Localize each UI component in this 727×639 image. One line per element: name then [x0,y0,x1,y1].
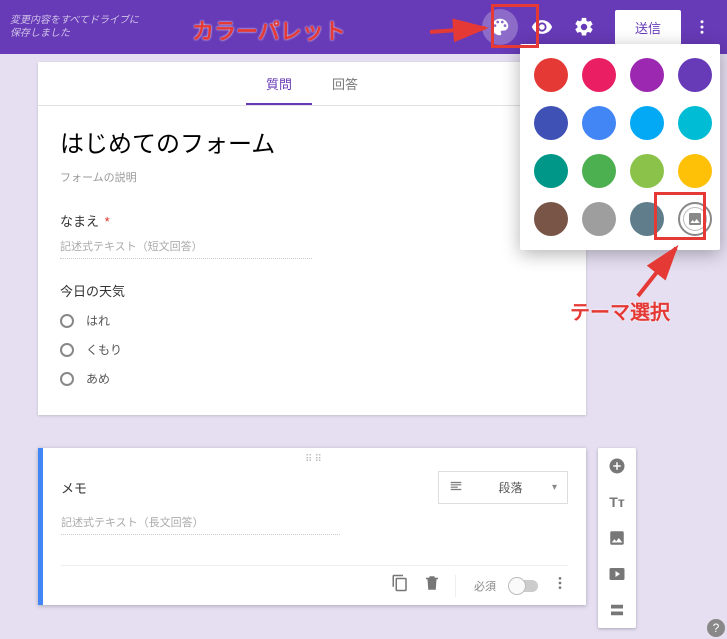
autosave-message: 変更内容をすべてドライブに保存しました [10,14,140,40]
color-palette-popover [520,44,720,250]
drag-handle-icon[interactable]: ⠿⠿ [61,454,568,465]
card-header-row: メモ 段落 ▾ [61,471,568,504]
color-swatch[interactable] [534,106,568,140]
color-swatch[interactable] [678,154,712,188]
question-1-text: なまえ [60,214,99,229]
question-toolbar: Tᴛ [598,448,636,628]
required-toggle[interactable] [510,580,538,592]
required-label: 必須 [474,578,496,594]
tab-responses[interactable]: 回答 [312,62,378,105]
active-question-card: ⠿⠿ メモ 段落 ▾ 記述式テキスト（長文回答） 必須 [38,448,586,605]
radio-icon [60,314,74,328]
color-swatch[interactable] [630,154,664,188]
form-card: 質問 回答 はじめてのフォーム フォームの説明 なまえ * 記述式テキスト（短文… [38,62,586,415]
radio-label: くもり [86,341,122,358]
type-label: 段落 [498,479,522,496]
form-description[interactable]: フォームの説明 [60,169,564,185]
color-swatch[interactable] [630,202,664,236]
color-swatch[interactable] [582,154,616,188]
color-swatch[interactable] [630,106,664,140]
form-body: はじめてのフォーム フォームの説明 なまえ * 記述式テキスト（短文回答） 今日… [38,106,586,415]
duplicate-icon[interactable] [391,574,409,597]
color-swatch[interactable] [630,58,664,92]
form-tabs: 質問 回答 [38,62,586,106]
radio-label: はれ [86,312,110,329]
tab-questions[interactable]: 質問 [246,62,312,105]
paragraph-type-icon [449,479,463,496]
divider [455,575,456,597]
delete-icon[interactable] [423,574,441,597]
question-type-select[interactable]: 段落 ▾ [438,471,568,504]
settings-icon[interactable] [566,9,602,45]
long-answer-placeholder: 記述式テキスト（長文回答） [61,514,340,535]
color-swatch[interactable] [678,106,712,140]
color-swatch[interactable] [534,58,568,92]
radio-label: あめ [86,370,110,387]
send-button[interactable]: 送信 [615,10,681,45]
color-swatch[interactable] [582,58,616,92]
add-section-icon[interactable] [605,598,629,622]
radio-icon [60,343,74,357]
radio-option[interactable]: くもり [60,341,564,358]
theme-image-button[interactable] [678,202,712,236]
color-swatch[interactable] [582,202,616,236]
color-swatch[interactable] [582,106,616,140]
color-swatch[interactable] [534,202,568,236]
dropdown-arrow-icon: ▾ [552,482,557,493]
add-question-icon[interactable] [605,454,629,478]
question-1-label: なまえ * [60,211,564,230]
color-swatch[interactable] [678,58,712,92]
add-video-icon[interactable] [605,562,629,586]
question-title-input[interactable]: メモ [61,474,418,501]
question-2: 今日の天気 はれ くもり あめ [60,281,564,387]
question-1: なまえ * 記述式テキスト（短文回答） [60,211,564,259]
required-asterisk: * [105,214,110,229]
palette-icon[interactable] [482,9,518,45]
color-swatch[interactable] [534,154,568,188]
form-title[interactable]: はじめてのフォーム [60,124,564,159]
question-more-icon[interactable] [552,575,568,596]
short-answer-placeholder: 記述式テキスト（短文回答） [60,238,312,259]
add-image-icon[interactable] [605,526,629,550]
radio-option[interactable]: はれ [60,312,564,329]
more-menu-icon[interactable] [687,9,717,45]
help-icon[interactable]: ? [707,619,725,637]
add-title-icon[interactable]: Tᴛ [605,490,629,514]
preview-icon[interactable] [524,9,560,45]
question-2-label: 今日の天気 [60,281,564,300]
card-footer: 必須 [61,565,568,597]
radio-icon [60,372,74,386]
annotation-arrow-theme [636,244,686,305]
radio-option[interactable]: あめ [60,370,564,387]
